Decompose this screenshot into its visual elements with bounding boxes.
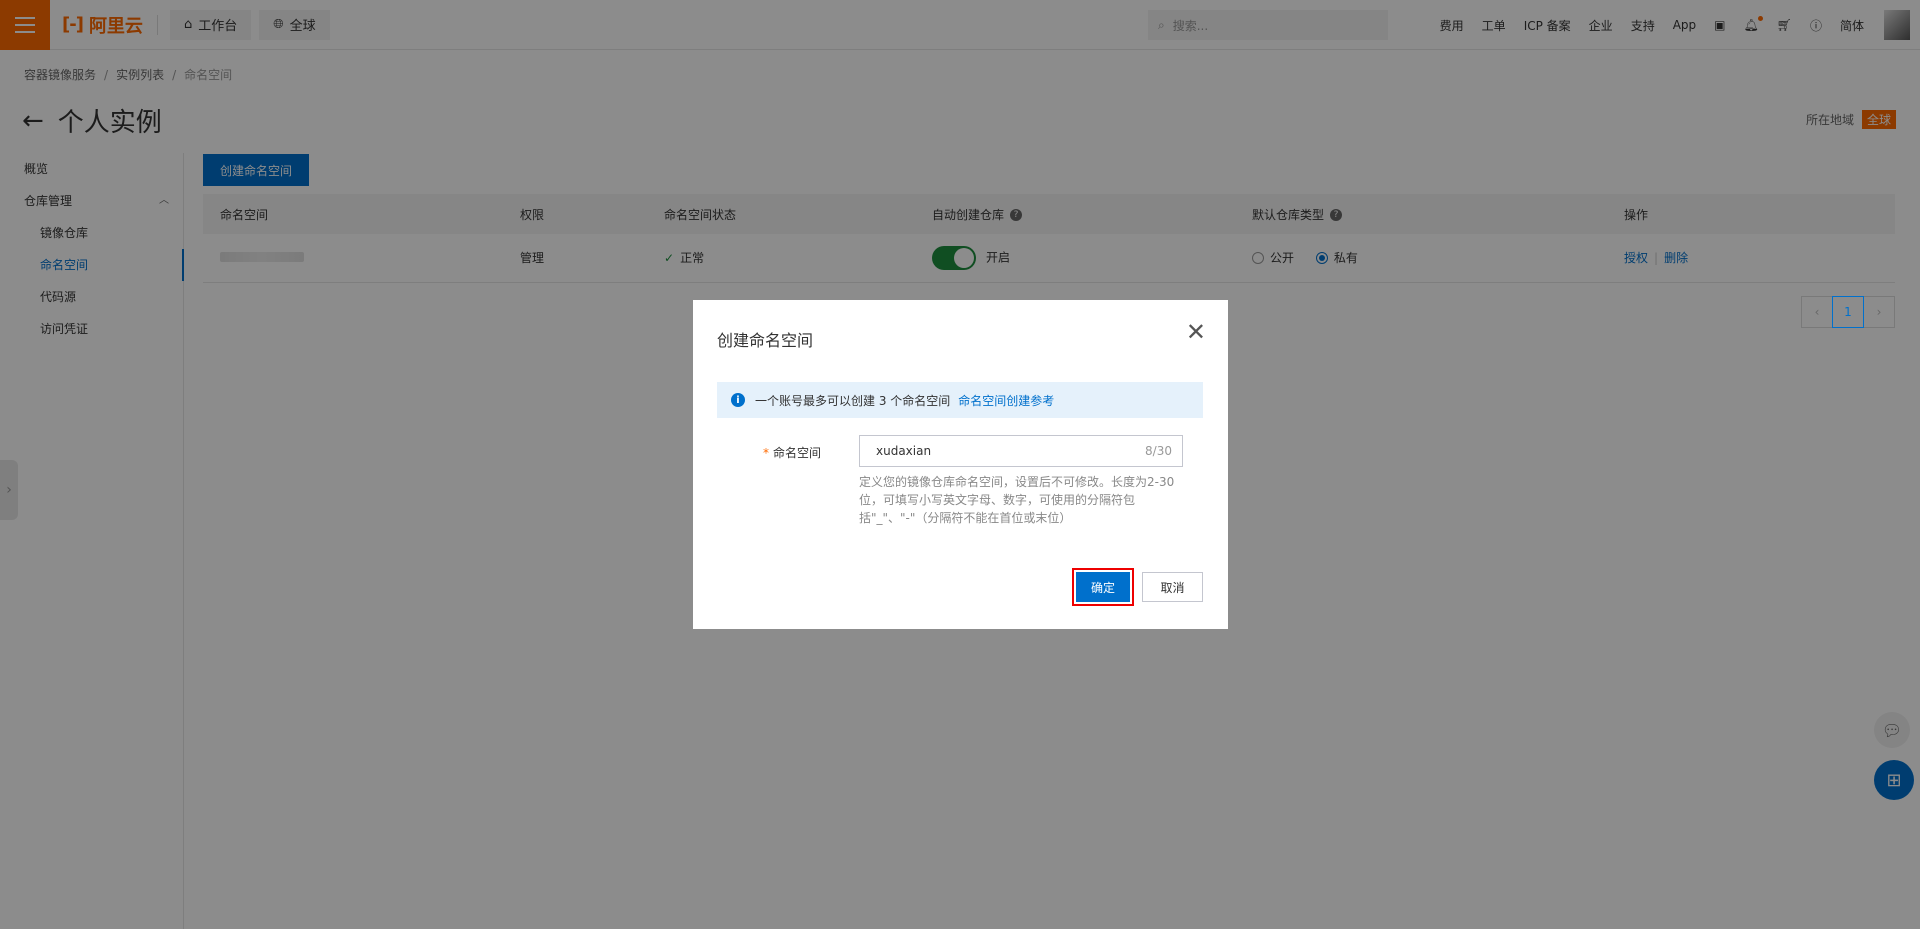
alert-text: 一个账号最多可以创建 3 个命名空间 (755, 393, 951, 408)
namespace-input[interactable]: xudaxian 8/30 (859, 435, 1183, 467)
cancel-button[interactable]: 取消 (1142, 572, 1203, 602)
info-icon: i (731, 393, 745, 407)
create-namespace-dialog: 创建命名空间 ✕ i 一个账号最多可以创建 3 个命名空间 命名空间创建参考 *… (693, 300, 1228, 629)
close-icon[interactable]: ✕ (1186, 318, 1206, 346)
required-asterisk: * (763, 446, 769, 460)
char-counter: 8/30 (1145, 444, 1172, 458)
info-alert: i 一个账号最多可以创建 3 个命名空间 命名空间创建参考 (717, 382, 1203, 418)
page-number-current[interactable]: 1 (1832, 296, 1864, 328)
namespace-field-label-text: 命名空间 (773, 446, 822, 460)
namespace-reference-link[interactable]: 命名空间创建参考 (958, 392, 1054, 409)
dialog-title: 创建命名空间 (717, 331, 814, 350)
namespace-help-text: 定义您的镜像仓库命名空间，设置后不可修改。长度为2-30位，可填写小写英文字母、… (859, 475, 1175, 525)
namespace-input-value: xudaxian (876, 444, 932, 458)
namespace-field-label: * 命名空间 (763, 444, 821, 461)
confirm-button[interactable]: 确定 (1072, 568, 1134, 606)
